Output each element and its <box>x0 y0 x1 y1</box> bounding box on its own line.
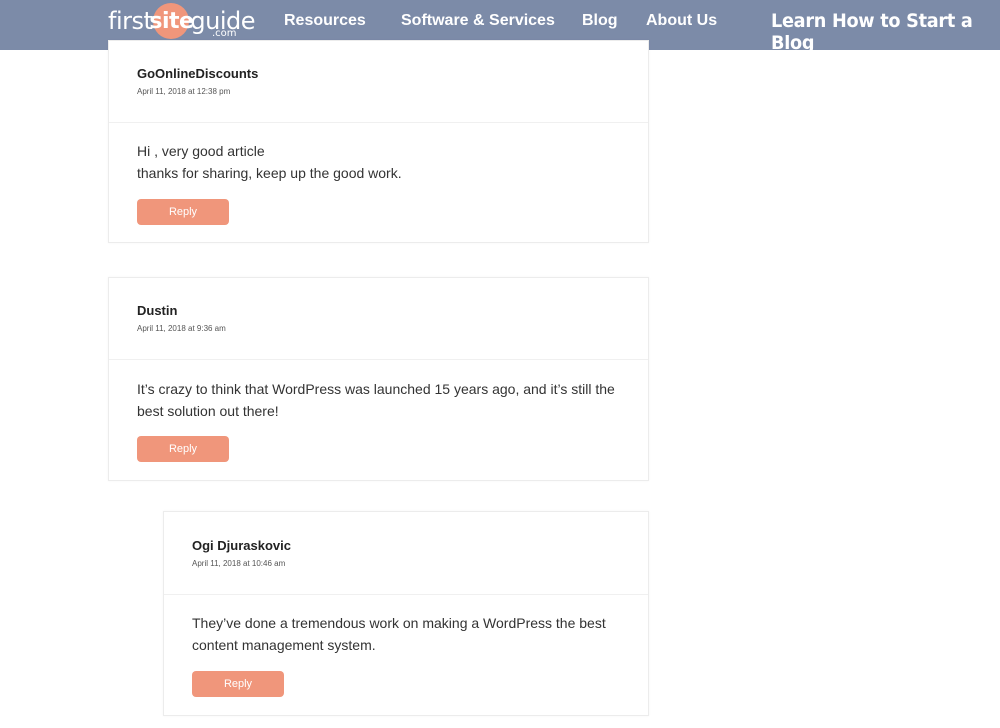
comment-line: best solution out there! <box>137 403 279 419</box>
logo-site: site <box>149 3 194 39</box>
site-logo[interactable]: first site guide .com <box>108 3 256 40</box>
comment-author: GoOnlineDiscounts <box>137 66 259 81</box>
comment-header: Dustin April 11, 2018 at 9:36 am <box>137 303 226 333</box>
comment-line: They’ve done a tremendous work on making… <box>192 615 606 631</box>
nav-software-services[interactable]: Software & Services <box>401 12 555 30</box>
comment-body: They’ve done a tremendous work on making… <box>192 612 606 656</box>
comment-line: It’s crazy to think that WordPress was l… <box>137 381 615 397</box>
comment-author: Dustin <box>137 303 178 318</box>
comment-author: Ogi Djuraskovic <box>192 538 291 553</box>
reply-button[interactable]: Reply <box>137 199 229 225</box>
comment-line: thanks for sharing, keep up the good wor… <box>137 165 402 181</box>
comment-body: It’s crazy to think that WordPress was l… <box>137 378 615 422</box>
nav-start-blog-cta[interactable]: Learn How to Start a Blog <box>771 10 984 54</box>
comment-date: April 11, 2018 at 9:36 am <box>137 324 226 333</box>
reply-button[interactable]: Reply <box>137 436 229 462</box>
comment-divider <box>109 359 648 360</box>
nav-about-us[interactable]: About Us <box>646 12 717 30</box>
comment-divider <box>164 594 648 595</box>
comment-line: content management system. <box>192 637 376 653</box>
logo-first: first <box>108 7 153 35</box>
comment: Dustin April 11, 2018 at 9:36 am It’s cr… <box>108 277 649 481</box>
comment-divider <box>109 122 648 123</box>
comment-date: April 11, 2018 at 12:38 pm <box>137 87 231 96</box>
comment-reply: Ogi Djuraskovic April 11, 2018 at 10:46 … <box>163 511 649 716</box>
comment-header: GoOnlineDiscounts April 11, 2018 at 12:3… <box>137 66 258 96</box>
comment: GoOnlineDiscounts April 11, 2018 at 12:3… <box>108 40 649 243</box>
comment-header: Ogi Djuraskovic April 11, 2018 at 10:46 … <box>192 538 291 568</box>
logo-com: .com <box>212 28 237 39</box>
comment-body: Hi , very good article thanks for sharin… <box>137 140 402 184</box>
reply-button[interactable]: Reply <box>192 671 284 697</box>
comment-date: April 11, 2018 at 10:46 am <box>192 559 286 568</box>
comment-line: Hi , very good article <box>137 143 265 159</box>
nav-resources[interactable]: Resources <box>284 12 366 30</box>
nav-blog[interactable]: Blog <box>582 12 618 30</box>
